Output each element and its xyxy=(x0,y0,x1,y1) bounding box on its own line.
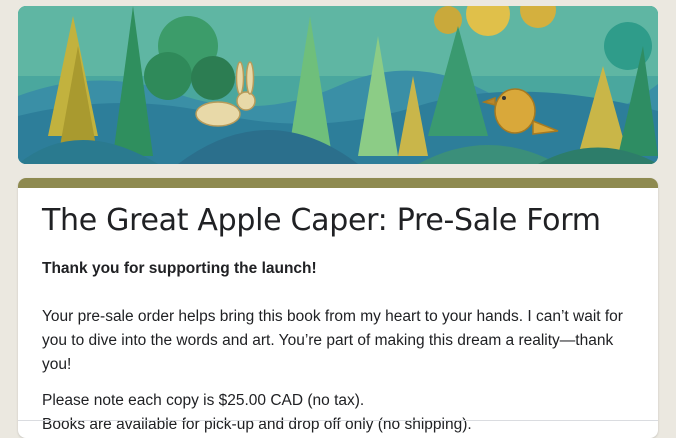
form-header-card: The Great Apple Caper: Pre-Sale Form Tha… xyxy=(18,178,658,438)
intro-text: Thank you for supporting the launch! xyxy=(42,260,317,277)
description-paragraph-1: Your pre-sale order helps bring this boo… xyxy=(42,308,623,373)
card-accent-bar xyxy=(18,178,658,188)
form-title: The Great Apple Caper: Pre-Sale Form xyxy=(42,203,601,238)
card-divider xyxy=(18,420,658,421)
header-banner-image xyxy=(18,6,658,164)
form-description: Thank you for supporting the launch! You… xyxy=(42,257,634,437)
price-note: Please note each copy is $25.00 CAD (no … xyxy=(42,392,365,409)
pickup-note: Books are available for pick-up and drop… xyxy=(42,416,472,433)
